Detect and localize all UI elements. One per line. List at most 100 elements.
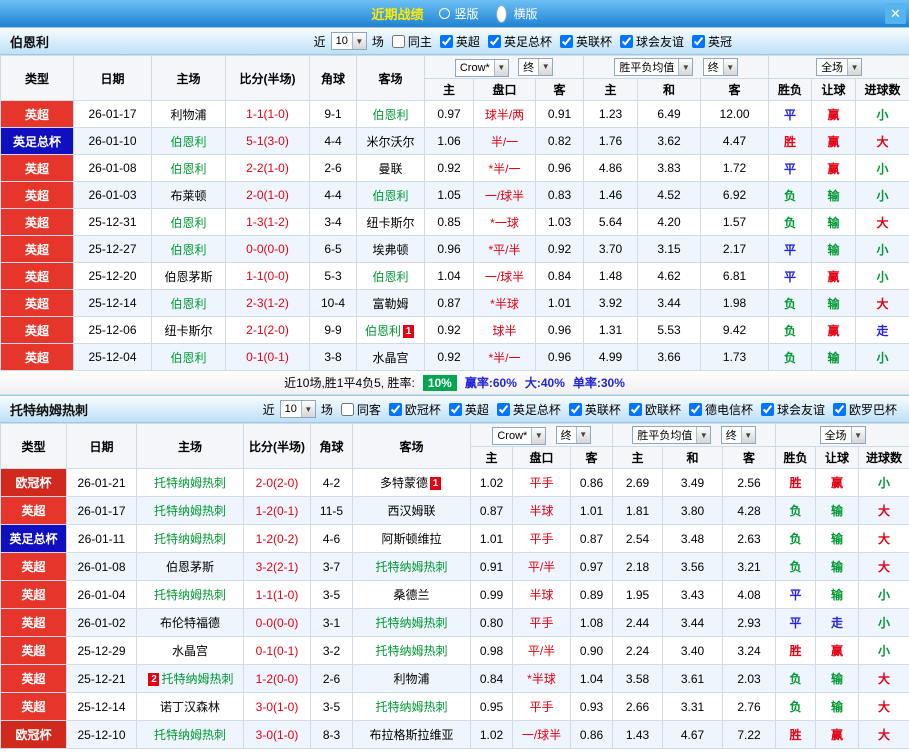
ah-away-odds-cell: 0.86 [569,720,614,749]
away-team-cell: 多特蒙德 1 [352,468,471,497]
date-cell: 26-01-17 [66,496,137,525]
league-cell: 英足总杯 [0,524,67,553]
filter-checkbox-同主[interactable] [391,34,405,48]
corner-cell: 4-6 [310,524,353,553]
filter-checkbox-英超[interactable] [439,34,453,48]
eu-draw-odds-cell: 3.44 [637,289,702,317]
filter-checkbox-德电信杯[interactable] [688,402,702,416]
handicap-result-cell: 输 [815,692,860,721]
chevron-down-icon: ▼ [575,426,590,443]
date-cell: 25-12-10 [66,720,137,749]
euro-odds-time-select[interactable]: 终 ▼ [702,58,738,76]
ah-away-odds-cell: 0.86 [569,468,614,497]
ah-away-odds-cell: 0.97 [569,552,614,581]
eu-home-odds-cell: 1.46 [583,181,639,209]
match-row: 英超 25-12-14 诺丁汉森林 3-0(1-0) 3-5 托特纳姆热刺 0.95 平手 0.… [0,692,909,721]
euro-odds-select[interactable]: 胜平负均值 ▼ [614,58,694,76]
handicap-result-cell: 输 [811,181,857,209]
euro-odds-time-select[interactable]: 终 ▼ [720,426,756,444]
match-row: 英超 25-12-29 水晶宫 0-1(0-1) 3-2 托特纳姆热刺 0.98 平/半 0.9… [0,636,909,665]
bookmaker-select[interactable]: Crow* ▼ [454,58,509,77]
filter-checkbox-欧罗巴杯[interactable] [832,402,846,416]
subcol-eu-draw: 和 [662,446,724,469]
score-cell: 1-2(0-0) [243,664,311,693]
eu-draw-odds-cell: 3.48 [662,524,724,553]
asian-odds-time-select[interactable]: 终 ▼ [518,57,554,76]
fulltime-select[interactable]: 全场 ▼ [816,58,863,76]
ah-home-odds-cell: 0.98 [470,636,513,665]
stat-over-rate: 大:40% [524,376,565,390]
filter-checkbox-英联杯[interactable] [568,402,582,416]
radio-icon [439,8,451,19]
section-header: 托特纳姆热刺 近 10 ▼ 场 同客 欧冠杯 英超 英足总杯 英联杯 欧联杯 德电信杯 球会友谊 欧罗巴… [0,395,909,423]
filter-checkbox-同客[interactable] [340,402,354,416]
subcol-handicap-result: 让球 [811,78,857,101]
subcol-eu-away: 客 [700,78,770,101]
ah-away-odds-cell: 1.04 [569,664,614,693]
ah-home-odds-cell: 0.84 [470,664,513,693]
eu-draw-odds-cell: 5.53 [637,316,702,344]
chevron-down-icon: ▼ [850,427,865,443]
near-label: 近 [313,34,326,49]
ah-home-odds-cell: 0.92 [424,316,474,344]
asian-odds-group-header: Crow* ▼ 终 ▼ [423,55,585,79]
ah-away-odds-cell: 1.01 [569,496,614,525]
match-row: 英超 26-01-02 布伦特福德 0-0(0-0) 3-1 托特纳姆热刺 0.80 平手 1.… [0,608,909,637]
near-label: 近 [262,402,275,417]
eu-home-odds-cell: 4.86 [583,154,639,182]
filter-checkbox-欧冠杯[interactable] [388,402,402,416]
eu-draw-odds-cell: 3.40 [662,636,724,665]
asian-odds-time-select[interactable]: 终 ▼ [555,425,591,444]
goals-result-cell: 小 [855,343,909,371]
handicap-cell: 半球 [512,496,571,525]
goals-result-cell: 大 [858,720,909,749]
handicap-cell: *半球 [512,664,571,693]
home-team-cell: 利物浦 [151,100,226,128]
stat-win-rate: 赢率:60% [464,376,517,390]
asian-odds-group-header: Crow* ▼ 终 ▼ [469,423,614,447]
score-cell: 1-1(0-0) [225,262,310,290]
eu-draw-odds-cell: 3.43 [662,580,724,609]
subcol-ah-home: 主 [470,446,513,469]
ah-away-odds-cell: 0.89 [569,580,614,609]
col-header-type: 类型 [0,423,67,469]
handicap-cell: 半/一 [473,127,536,155]
filter-checkbox-欧联杯[interactable] [628,402,642,416]
radio-horizontal-layout[interactable]: 横版 [493,4,538,23]
home-team-cell: 托特纳姆热刺 [136,468,244,497]
matches-table: 类型 日期 主场 比分(半场) 角球 客场 Crow* ▼ 终 ▼ 胜平负均值 ▼ 终… [0,423,909,749]
filter-label: 英联杯 [575,34,612,49]
subcol-handicap: 盘口 [473,78,536,101]
corner-cell: 4-2 [310,468,353,497]
handicap-result-cell: 赢 [815,636,860,665]
corner-cell: 6-5 [309,235,357,263]
league-cell: 英超 [0,664,67,693]
league-cell: 欧冠杯 [0,468,67,497]
result-cell: 平 [768,235,813,263]
handicap-cell: 平/半 [512,636,571,665]
filter-label: 欧联杯 [644,402,681,417]
match-row: 英超 25-12-27 伯恩利 0-0(0-0) 6-5 埃弗顿 0.96 *平/半 0.92 3… [0,235,909,263]
home-team-cell: 伯恩利 [151,235,226,263]
filter-checkbox-英足总杯[interactable] [496,402,510,416]
match-row: 英超 26-01-08 伯恩利 2-2(1-0) 2-6 曼联 0.92 *半/一 0.96 4.… [0,154,909,182]
fulltime-select[interactable]: 全场 ▼ [819,426,866,444]
filter-checkbox-英足总杯[interactable] [487,34,501,48]
filter-checkbox-英冠[interactable] [691,34,705,48]
filter-checkbox-英联杯[interactable] [559,34,573,48]
match-row: 欧冠杯 26-01-21 托特纳姆热刺 2-0(2-0) 4-2 多特蒙德 1 1.02 平手 0… [0,468,909,497]
bookmaker-select[interactable]: Crow* ▼ [492,426,547,445]
chevron-down-icon: ▼ [696,427,711,443]
result-cell: 平 [768,154,813,182]
radio-vertical-layout[interactable]: 竖版 [439,5,479,22]
ah-home-odds-cell: 0.80 [470,608,513,637]
match-count-select[interactable]: 10 ▼ [330,32,367,50]
match-count-select[interactable]: 10 ▼ [279,400,316,418]
filter-checkbox-球会友谊[interactable] [760,402,774,416]
filter-label: 英足总杯 [503,34,552,49]
filter-checkbox-英超[interactable] [448,402,462,416]
close-icon[interactable]: ✕ [885,3,906,24]
filter-checkbox-球会友谊[interactable] [619,34,633,48]
euro-odds-select[interactable]: 胜平负均值 ▼ [632,426,712,444]
handicap-cell: 平手 [512,468,571,497]
